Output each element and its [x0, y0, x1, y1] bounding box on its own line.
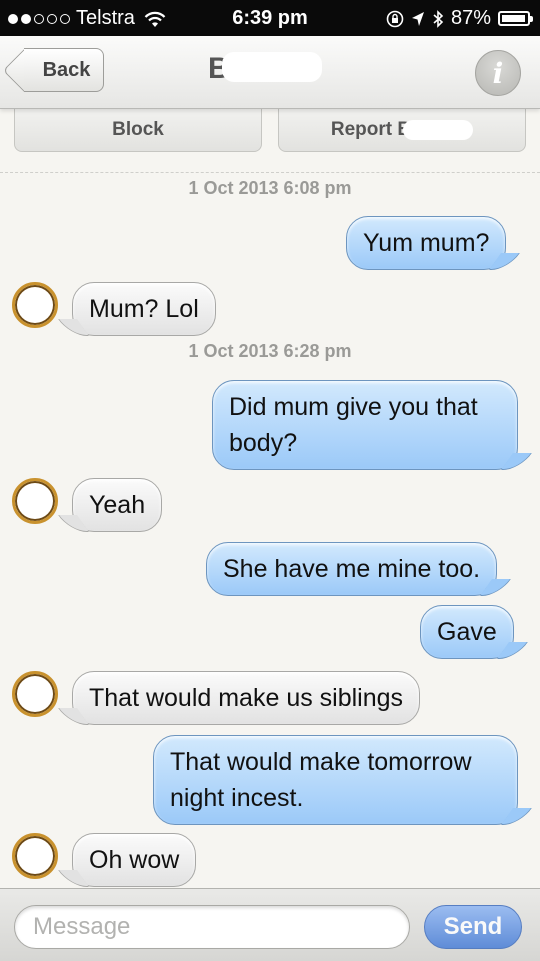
block-button[interactable]: Block — [14, 108, 262, 152]
message-text: Yeah — [89, 491, 146, 519]
message-text: Oh wow — [89, 846, 180, 874]
outgoing-message[interactable]: Gave — [420, 605, 514, 659]
message-timestamp: 1 Oct 2013 6:28 pm — [188, 341, 352, 361]
outgoing-message[interactable]: She have me mine too. — [206, 542, 498, 596]
back-button-label: Back — [42, 58, 91, 81]
message-text: She have me mine too. — [223, 555, 481, 583]
incoming-message[interactable]: Oh wow — [72, 833, 197, 887]
message-text: Gave — [437, 618, 497, 646]
send-button-label: Send — [443, 913, 503, 940]
report-button-label: Report B — [330, 118, 412, 140]
rotation-lock-icon — [386, 10, 404, 27]
contact-avatar[interactable] — [12, 282, 58, 328]
message-text-line: Did mum give you that — [229, 393, 478, 421]
contact-name-title: B — [208, 52, 322, 86]
contact-avatar[interactable] — [12, 833, 58, 879]
block-button-label: Block — [112, 118, 164, 140]
status-right: 87% — [386, 7, 533, 30]
location-arrow-icon — [411, 11, 424, 26]
message-text-line: That would make tomorrow — [170, 748, 472, 776]
message-text: That would make us siblings — [89, 684, 404, 712]
contact-avatar[interactable] — [12, 671, 58, 717]
battery-level — [502, 15, 525, 22]
battery-terminal — [530, 16, 533, 22]
message-timestamp: 1 Oct 2013 6:08 pm — [188, 178, 352, 198]
back-button[interactable]: Back — [24, 48, 104, 92]
status-bar: Telstra 6:39 pm 87% — [0, 0, 540, 36]
message-text-line: night incest. — [170, 784, 304, 812]
redaction-mark — [403, 119, 474, 140]
battery-icon — [498, 11, 533, 26]
compose-bar: Send — [0, 888, 540, 961]
info-icon: i — [492, 56, 504, 90]
incoming-message[interactable]: Mum? Lol — [72, 282, 216, 336]
outgoing-message[interactable]: Did mum give you that body? — [212, 380, 518, 470]
message-text: Mum? Lol — [89, 295, 199, 323]
navigation-bar: Back B i — [0, 36, 540, 109]
incoming-message[interactable]: That would make us siblings — [72, 671, 421, 725]
report-button[interactable]: Report B — [278, 108, 526, 152]
message-text: Yum mum? — [363, 229, 490, 257]
send-button[interactable]: Send — [424, 905, 522, 949]
redaction-mark — [221, 52, 322, 83]
message-input[interactable] — [14, 905, 410, 949]
contact-avatar[interactable] — [12, 478, 58, 524]
outgoing-message[interactable]: Yum mum? — [346, 216, 507, 270]
bluetooth-icon — [433, 9, 444, 28]
incoming-message[interactable]: Yeah — [72, 478, 163, 532]
message-text-line: body? — [229, 429, 298, 457]
contact-actions: Block Report B — [0, 108, 540, 168]
info-button[interactable]: i — [475, 50, 521, 96]
battery-percent: 87% — [450, 7, 491, 29]
divider — [0, 172, 540, 173]
outgoing-message[interactable]: That would make tomorrow night incest. — [153, 735, 518, 825]
